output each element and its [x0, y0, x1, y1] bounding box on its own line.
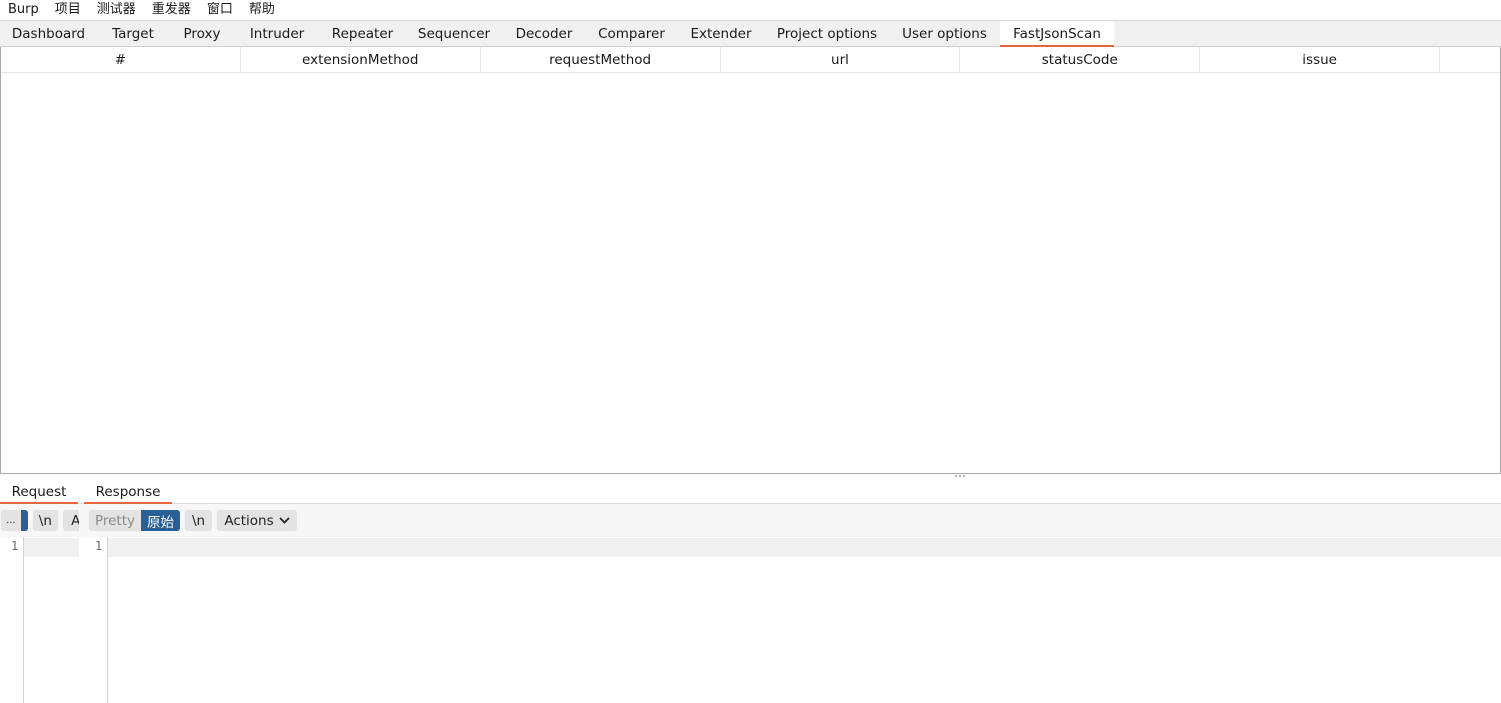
response-newline-toggle[interactable]: \n — [185, 510, 212, 531]
tab-user-options[interactable]: User options — [889, 21, 1000, 47]
grip-dot — [963, 475, 965, 477]
column-header-status-code[interactable]: statusCode — [960, 47, 1201, 72]
column-header-request-method[interactable]: requestMethod — [481, 47, 721, 72]
response-raw-button[interactable]: 原始 — [141, 510, 180, 531]
tab-repeater[interactable]: Repeater — [319, 21, 406, 47]
grip-dot — [959, 475, 961, 477]
chevron-down-icon — [279, 517, 290, 524]
tab-request[interactable]: Request — [0, 480, 78, 504]
menu-repeater[interactable]: 重发器 — [144, 1, 199, 18]
tab-response[interactable]: Response — [84, 480, 172, 504]
grip-dot — [955, 475, 957, 477]
results-table[interactable]: # extensionMethod requestMethod url stat… — [0, 47, 1501, 474]
request-editor[interactable]: 1 — [0, 537, 79, 703]
tab-project-options[interactable]: Project options — [765, 21, 889, 47]
menu-intruder[interactable]: 测试器 — [89, 1, 144, 18]
menu-help[interactable]: 帮助 — [241, 1, 283, 18]
main-tab-bar: Dashboard Target Proxy Intruder Repeater… — [0, 20, 1501, 48]
response-editor[interactable]: 1 — [79, 537, 1501, 703]
request-actions-button-truncated[interactable]: A — [63, 510, 80, 531]
menu-bar: Burp 项目 测试器 重发器 窗口 帮助 — [0, 0, 1501, 19]
tab-dashboard[interactable]: Dashboard — [0, 21, 97, 47]
line-number: 1 — [11, 539, 19, 553]
current-line-highlight — [108, 538, 1501, 557]
column-header-extension-method[interactable]: extensionMethod — [241, 47, 481, 72]
tab-comparer[interactable]: Comparer — [586, 21, 677, 47]
menu-burp[interactable]: Burp — [0, 1, 47, 18]
menu-window[interactable]: 窗口 — [199, 1, 241, 18]
request-toolbar: ... \n A — [0, 504, 80, 537]
column-header-issue[interactable]: issue — [1200, 47, 1441, 72]
request-raw-button-truncated[interactable] — [20, 510, 28, 531]
tab-proxy[interactable]: Proxy — [169, 21, 235, 47]
table-header: # extensionMethod requestMethod url stat… — [1, 47, 1500, 73]
response-toolbar: Pretty 原始 \n Actions — [79, 504, 1501, 537]
request-more-button[interactable]: ... — [1, 510, 21, 531]
tab-target[interactable]: Target — [97, 21, 169, 47]
response-line-gutter: 1 — [79, 537, 108, 703]
request-newline-toggle[interactable]: \n — [32, 510, 59, 531]
tab-sequencer[interactable]: Sequencer — [406, 21, 502, 47]
tab-decoder[interactable]: Decoder — [502, 21, 586, 47]
line-number: 1 — [95, 539, 103, 553]
current-line-highlight — [24, 538, 79, 557]
tab-extender[interactable]: Extender — [677, 21, 765, 47]
response-pretty-button[interactable]: Pretty — [89, 510, 141, 531]
request-line-gutter: 1 — [0, 537, 24, 703]
menu-project[interactable]: 项目 — [47, 1, 89, 18]
split-pane-handle[interactable] — [950, 473, 970, 479]
column-header-index[interactable]: # — [1, 47, 241, 72]
column-header-filler — [1440, 47, 1500, 72]
column-header-url[interactable]: url — [721, 47, 961, 72]
tab-fastjsonscan[interactable]: FastJsonScan — [1000, 21, 1114, 48]
response-actions-button[interactable]: Actions — [217, 510, 297, 531]
actions-label: Actions — [224, 512, 274, 529]
tab-intruder[interactable]: Intruder — [235, 21, 319, 47]
message-tab-bar: Request Response — [0, 480, 1501, 504]
